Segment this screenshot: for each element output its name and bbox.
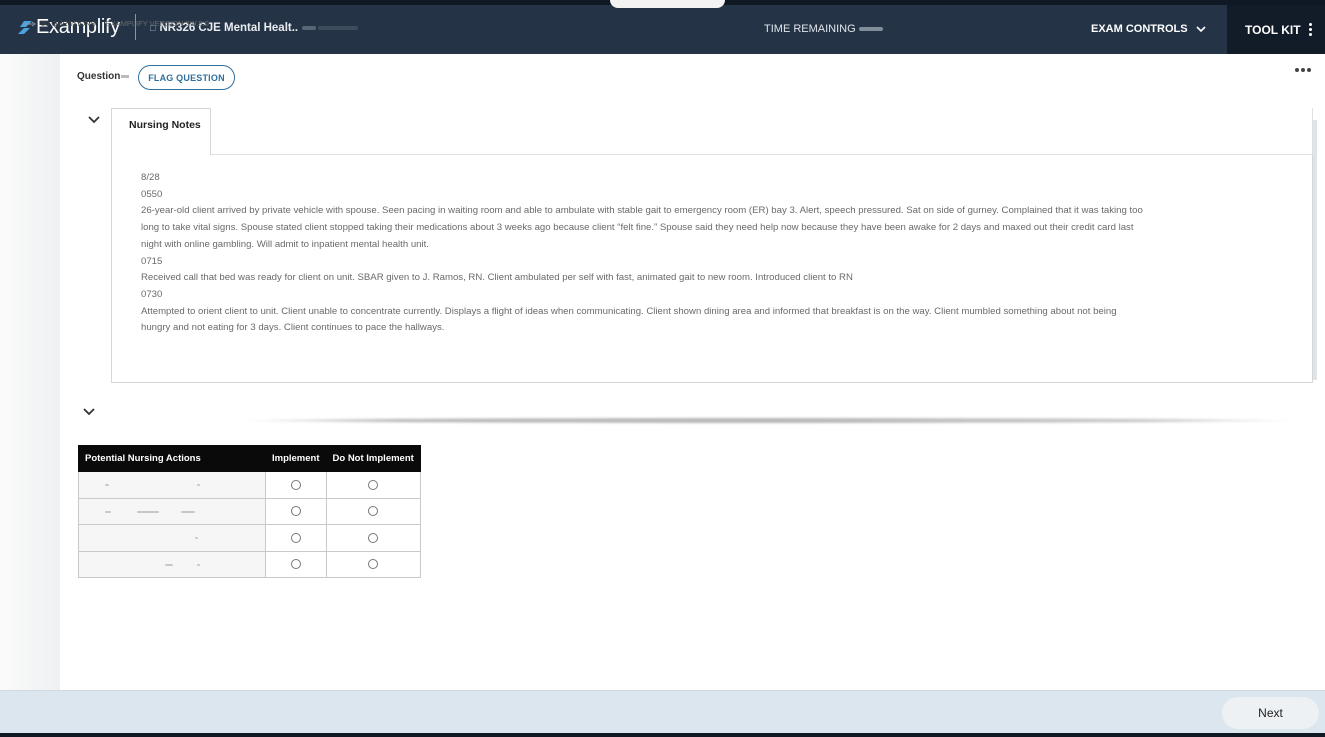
section-divider (240, 418, 1300, 423)
implement-cell (265, 550, 327, 578)
exam-name-blur (302, 26, 317, 30)
nursing-notes-text: 8/28 0550 26-year-old client arrived by … (141, 170, 1281, 337)
table-row (78, 550, 421, 578)
chevron-down-icon[interactable] (87, 115, 101, 125)
implement-radio[interactable] (290, 506, 301, 517)
redacted-text (105, 510, 111, 513)
implement-radio[interactable] (290, 559, 301, 570)
table-row (78, 497, 421, 525)
note-line: 0550 (141, 188, 163, 200)
note-line: 0730 (141, 288, 163, 300)
chevron-down-icon[interactable] (82, 407, 96, 417)
exam-name-blur (318, 26, 359, 30)
do-not-implement-cell (325, 550, 421, 578)
exam-controls-label: EXAM CONTROLS (1091, 23, 1188, 35)
do-not-implement-cell (325, 524, 421, 552)
nursing-actions-matrix: Potential Nursing Actions Implement Do N… (78, 445, 421, 578)
action-cell (78, 471, 266, 499)
column-header-implement: Implement (265, 445, 327, 472)
do-not-implement-radio[interactable] (368, 479, 379, 490)
redacted-text (137, 510, 159, 513)
notes-scrollbar[interactable] (1313, 120, 1317, 380)
redacted-text (105, 484, 109, 486)
note-line: long to take vital signs. Spouse stated … (141, 222, 1134, 234)
note-line: night with online gambling. Will admit t… (141, 238, 429, 250)
window-notch (610, 0, 725, 8)
footer-info: 50 QUESTIONS EXAMPLIFY VERSION 3W.8.0 (24, 19, 209, 28)
do-not-implement-cell (325, 497, 421, 525)
note-line: 8/28 (141, 172, 160, 183)
do-not-implement-cell (325, 471, 421, 499)
note-line: Received call that bed was ready for cli… (141, 272, 853, 284)
redacted-text (195, 537, 198, 539)
implement-cell (265, 497, 327, 525)
column-header-do-not-implement: Do Not Implement (325, 445, 421, 472)
version-label: EXAMPLIFY VERSION 3W.8.0 (105, 19, 209, 28)
toolkit-button[interactable]: TOOL KIT (1227, 5, 1325, 54)
matrix-header-row: Potential Nursing Actions Implement Do N… (78, 445, 421, 472)
note-line: Attempted to orient client to unit. Clie… (141, 305, 1117, 317)
tab-nursing-notes[interactable]: Nursing Notes (111, 108, 211, 155)
do-not-implement-radio[interactable] (368, 559, 379, 570)
do-not-implement-radio[interactable] (368, 506, 379, 517)
redacted-text (165, 563, 173, 566)
redacted-text (197, 484, 200, 486)
table-row (78, 471, 421, 499)
footer-bar (0, 690, 1325, 737)
question-label: Question (77, 71, 130, 82)
redacted-text (197, 563, 200, 566)
time-remaining-value (858, 27, 883, 31)
questions-count-label: 50 QUESTIONS (41, 19, 96, 28)
redacted-text (181, 510, 195, 513)
implement-cell (265, 524, 327, 552)
question-label-text: Question (77, 71, 121, 82)
implement-radio[interactable] (290, 532, 301, 543)
window-bottom-edge (0, 733, 1325, 737)
horizontal-ellipsis-icon[interactable] (1292, 64, 1314, 76)
table-row (78, 524, 421, 552)
note-line: 26-year-old client arrived by private ve… (141, 205, 1143, 217)
question-list-icon (24, 21, 36, 26)
action-cell (78, 497, 266, 525)
implement-radio[interactable] (290, 479, 301, 490)
time-remaining-label: TIME REMAINING (764, 23, 856, 35)
questions-count-button[interactable]: 50 QUESTIONS (24, 19, 96, 28)
do-not-implement-radio[interactable] (368, 532, 379, 543)
action-cell (78, 550, 266, 578)
left-gutter (0, 54, 60, 690)
chevron-down-icon (1195, 26, 1206, 33)
exam-controls-button[interactable]: EXAM CONTROLS (1091, 23, 1206, 35)
action-cell (78, 524, 266, 552)
note-line: 0715 (141, 255, 163, 267)
note-line: hungry and not eating for 3 days. Client… (141, 322, 445, 334)
vertical-ellipsis-icon (1308, 23, 1312, 36)
implement-cell (265, 471, 327, 499)
column-header-actions: Potential Nursing Actions (78, 445, 266, 472)
time-remaining: TIME REMAINING (764, 23, 883, 35)
next-button[interactable]: Next (1222, 697, 1319, 729)
toolkit-label: TOOL KIT (1245, 22, 1301, 37)
flag-question-button[interactable]: FLAG QUESTION (138, 65, 235, 90)
question-number-blur (121, 74, 130, 78)
